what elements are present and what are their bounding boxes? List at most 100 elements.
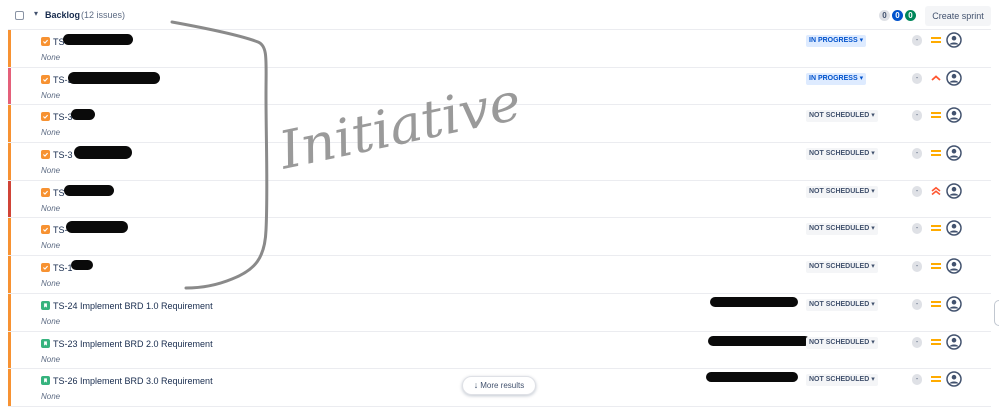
issue-color-bar [8,105,11,143]
estimate-badge[interactable]: - [912,35,922,46]
status-label: NOT SCHEDULED [809,112,870,120]
redaction-mark [66,221,128,234]
story-type-icon [41,338,50,348]
estimate-badge[interactable]: - [912,148,922,160]
estimate-badge[interactable]: - [912,185,922,197]
issue-summary[interactable]: TS-3 [53,112,73,122]
status-dropdown[interactable]: NOT SCHEDULED ▾ [806,298,878,311]
estimate-badge[interactable]: - [912,110,922,122]
status-label: NOT SCHEDULED [809,187,870,195]
estimate-badge[interactable]: - [912,261,922,273]
issue-row[interactable]: TS- ous Devt None NOT SCHEDULED ▾ - [8,217,991,257]
unassigned-avatar-icon[interactable] [946,183,962,199]
issue-epic: None [41,354,61,364]
redaction-mark [64,184,114,196]
status-label: NOT SCHEDULED [809,300,870,308]
issue-color-bar [8,369,11,406]
issue-color-bar [8,30,11,67]
backlog-select-checkbox[interactable] [15,11,24,20]
priority-medium-icon [931,37,941,43]
issue-epic: None [41,203,61,213]
issue-color-bar [8,218,11,256]
status-dropdown[interactable]: NOT SCHEDULED ▾ [806,261,878,274]
status-dropdown[interactable]: NOT SCHEDULED ▾ [806,374,878,387]
priority-medium-icon [931,338,941,345]
priority-medium-icon [931,225,941,232]
unassigned-avatar-icon[interactable] [946,333,962,350]
task-type-icon [41,74,50,84]
estimate-badge[interactable]: - [912,72,922,84]
more-results-label: More results [480,381,525,390]
issue-color-bar [8,180,11,218]
unassigned-avatar-icon[interactable] [946,296,962,312]
status-label: NOT SCHEDULED [809,376,870,384]
redaction-mark [706,372,798,383]
redaction-mark [68,71,160,84]
redaction-mark [710,296,798,307]
estimate-badge[interactable]: - [912,336,922,348]
status-dropdown[interactable]: NOT SCHEDULED ▾ [806,148,878,161]
priority-medium-icon [931,376,941,383]
issue-count: (12 issues) [81,10,126,20]
issue-color-bar [8,143,11,180]
issue-epic: None [41,53,61,62]
status-label: IN PROGRESS [809,74,858,82]
issue-summary[interactable]: TS-3 [53,150,73,160]
status-label: NOT SCHEDULED [809,225,870,233]
issue-summary[interactable]: TS-26 Implement BRD 3.0 Requirement [53,376,213,386]
issue-epic: None [41,128,61,138]
estimate-badge[interactable]: - [912,223,922,235]
priority-medium-icon [931,300,941,307]
create-sprint-button[interactable]: Create sprint [925,6,991,26]
issue-list: TS- None IN PROGRESS ▾ - TS-3 None IN PR… [8,29,991,407]
estimate-badge[interactable]: - [912,374,922,386]
unassigned-avatar-icon[interactable] [946,32,962,48]
done-count-badge: 0 [905,10,916,21]
status-dropdown[interactable]: NOT SCHEDULED ▾ [806,223,878,236]
redaction-mark [74,146,132,160]
status-label: NOT SCHEDULED [809,263,870,271]
issue-row[interactable]: TS-3 None NOT SCHEDULED ▾ - [8,104,991,144]
status-dropdown[interactable]: IN PROGRESS ▾ [806,35,867,47]
arrow-down-icon: ↓ [473,380,479,390]
more-results-button[interactable]: ↓ More results [462,376,536,395]
unassigned-avatar-icon[interactable] [946,220,962,237]
priority-high-icon [931,74,941,81]
backlog-header: ▾ Backlog (12 issues) 0 0 0 Create sprin… [0,0,999,30]
redaction-mark [71,260,93,271]
status-dropdown[interactable]: NOT SCHEDULED ▾ [806,336,878,349]
issue-epic: None [41,166,61,176]
unassigned-avatar-icon[interactable] [946,258,962,274]
issue-row[interactable]: TS-24 Implement BRD 1.0 Requirement None… [8,292,991,332]
issue-row[interactable]: TS- None IN PROGRESS ▾ - [8,29,991,68]
priority-medium-icon [931,263,941,270]
priority-medium-icon [931,150,941,157]
status-dropdown[interactable]: NOT SCHEDULED ▾ [806,110,878,123]
issue-row[interactable]: TS-1 None NOT SCHEDULED ▾ - [8,255,991,294]
redaction-mark [63,34,133,45]
issue-row[interactable]: TS-3 None NOT SCHEDULED ▾ - [8,142,991,181]
issue-row[interactable]: TS-23 Implement BRD 2.0 Requirement None… [8,330,991,370]
issue-summary[interactable]: TS-1 [53,263,73,273]
issue-row[interactable]: TS- s None NOT SCHEDULED ▾ - [8,179,991,219]
status-label: IN PROGRESS [809,37,858,44]
unassigned-avatar-icon[interactable] [946,371,962,387]
unassigned-avatar-icon[interactable] [946,69,962,86]
issue-row[interactable]: TS-3 None IN PROGRESS ▾ - [8,66,991,106]
side-panel-handle[interactable] [994,300,999,326]
issue-summary[interactable]: TS-24 Implement BRD 1.0 Requirement [53,301,213,311]
issue-epic: None [41,316,61,326]
estimate-badge[interactable]: - [912,298,922,310]
status-dropdown[interactable]: IN PROGRESS ▾ [806,72,867,85]
unassigned-avatar-icon[interactable] [946,107,962,124]
chevron-down-icon[interactable]: ▾ [34,9,38,18]
status-count-pills: 0 0 0 [879,10,916,21]
issue-epic: None [41,392,61,402]
backlog-title[interactable]: Backlog [45,10,80,20]
issue-color-bar [8,331,11,369]
task-type-icon [41,187,50,197]
redaction-mark [71,109,95,121]
issue-summary[interactable]: TS-23 Implement BRD 2.0 Requirement [53,339,213,349]
status-dropdown[interactable]: NOT SCHEDULED ▾ [806,185,878,198]
unassigned-avatar-icon[interactable] [946,145,962,161]
